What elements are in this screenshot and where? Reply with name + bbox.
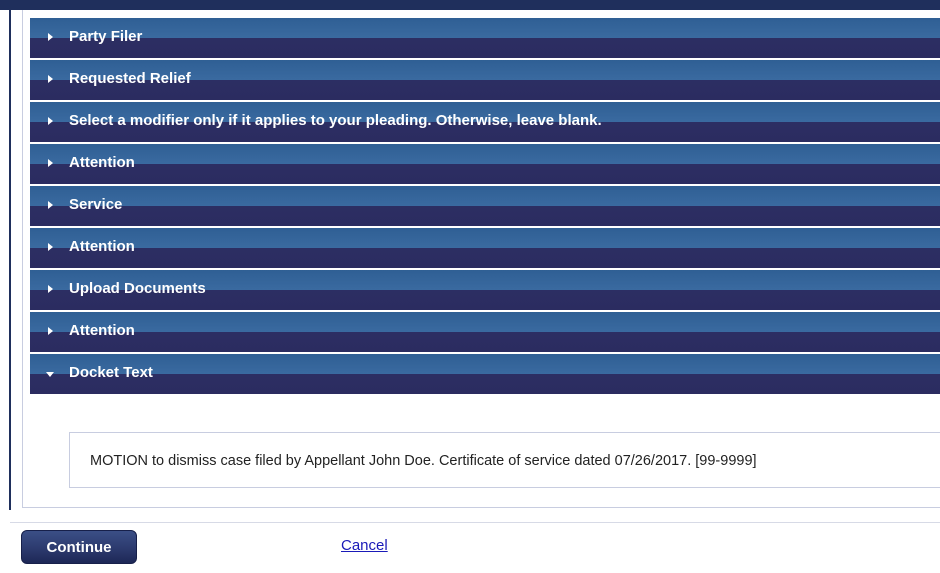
- chevron-right-icon: [48, 33, 53, 41]
- section-label: Attention: [69, 322, 135, 339]
- section-attention-3[interactable]: Attention: [30, 312, 940, 354]
- section-docket-text[interactable]: Docket Text: [30, 354, 940, 396]
- continue-button[interactable]: Continue: [21, 530, 137, 564]
- section-label: Service: [69, 196, 123, 213]
- section-label: Party Filer: [69, 28, 143, 45]
- section-service[interactable]: Service: [30, 186, 940, 228]
- chevron-right-icon: [48, 243, 53, 251]
- chevron-right-icon: [48, 201, 53, 209]
- section-upload-documents[interactable]: Upload Documents: [30, 270, 940, 312]
- section-label: Docket Text: [69, 364, 153, 381]
- section-attention-2[interactable]: Attention: [30, 228, 940, 270]
- accordion: Party Filer Requested Relief Select a mo…: [30, 18, 940, 396]
- section-attention-1[interactable]: Attention: [30, 144, 940, 186]
- top-border: [0, 0, 940, 10]
- section-party-filer[interactable]: Party Filer: [30, 18, 940, 60]
- section-label: Attention: [69, 154, 135, 171]
- chevron-down-icon: [46, 372, 54, 377]
- section-label: Requested Relief: [69, 70, 191, 87]
- chevron-right-icon: [48, 327, 53, 335]
- docket-text-box: MOTION to dismiss case filed by Appellan…: [69, 432, 940, 488]
- footer-divider: [10, 522, 940, 523]
- docket-text: MOTION to dismiss case filed by Appellan…: [90, 453, 757, 469]
- section-label: Upload Documents: [69, 280, 206, 297]
- cancel-link[interactable]: Cancel: [341, 537, 388, 554]
- section-label: Select a modifier only if it applies to …: [69, 112, 602, 129]
- section-modifier[interactable]: Select a modifier only if it applies to …: [30, 102, 940, 144]
- section-label: Attention: [69, 238, 135, 255]
- chevron-right-icon: [48, 75, 53, 83]
- left-border: [9, 10, 11, 510]
- chevron-right-icon: [48, 285, 53, 293]
- chevron-right-icon: [48, 159, 53, 167]
- section-requested-relief[interactable]: Requested Relief: [30, 60, 940, 102]
- chevron-right-icon: [48, 117, 53, 125]
